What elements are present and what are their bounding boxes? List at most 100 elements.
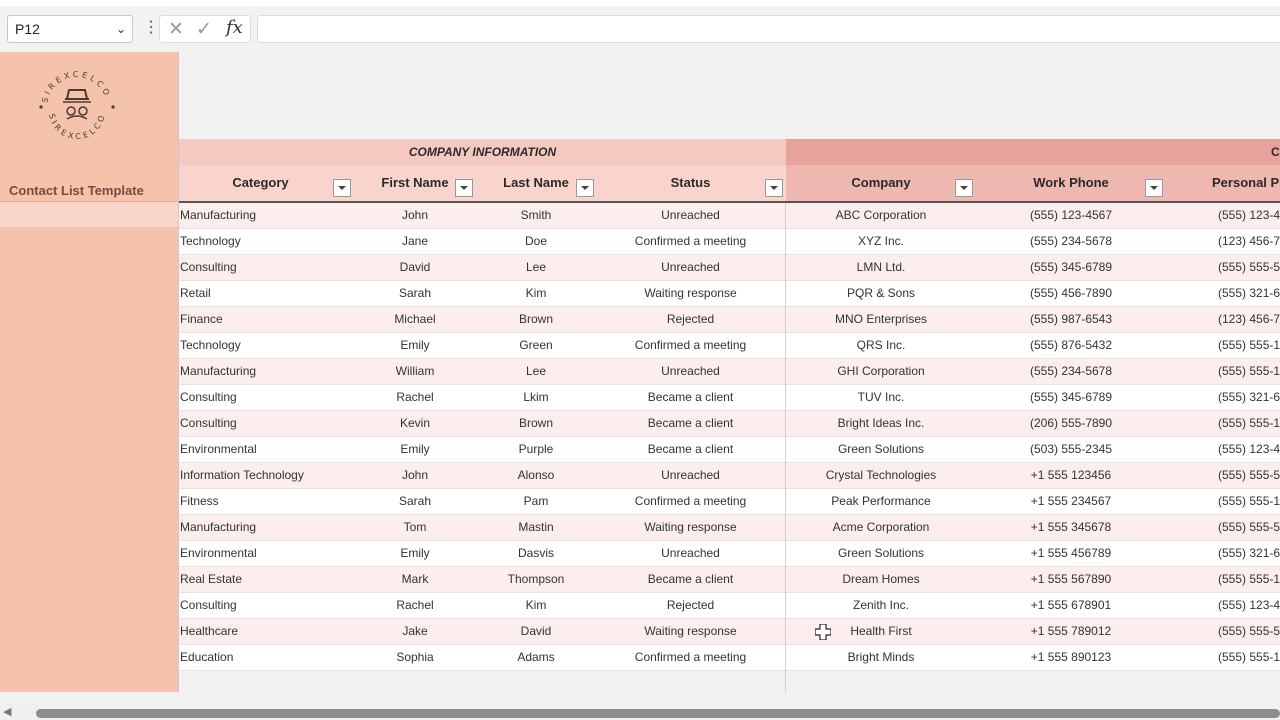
cell-last-name[interactable]: Lkim xyxy=(477,385,595,410)
table-row[interactable]: Finance Michael Brown Rejected MNO Enterpris… xyxy=(179,307,1280,333)
cell-personal-phone[interactable]: (555) 555-1 xyxy=(1218,411,1280,436)
cell-category[interactable]: Healthcare xyxy=(180,619,238,644)
cell-last-name[interactable]: David xyxy=(477,619,595,644)
cell-company[interactable]: Bright Minds xyxy=(786,645,976,670)
scroll-left-icon[interactable]: ◀ xyxy=(3,705,11,718)
table-row[interactable]: Consulting David Lee Unreached LMN Ltd. (555)… xyxy=(179,255,1280,281)
cell-personal-phone[interactable]: (555) 555-5 xyxy=(1218,515,1280,540)
table-row[interactable]: Manufacturing William Lee Unreached GHI Corp… xyxy=(179,359,1280,385)
cell-category[interactable]: Retail xyxy=(180,281,211,306)
cell-first-name[interactable]: Sarah xyxy=(359,281,471,306)
cell-last-name[interactable]: Lee xyxy=(477,359,595,384)
table-row[interactable]: Consulting Rachel Lkim Became a client TUV I… xyxy=(179,385,1280,411)
cell-status[interactable]: Confirmed a meeting xyxy=(595,489,786,514)
cell-first-name[interactable]: Jane xyxy=(359,229,471,254)
table-row[interactable]: Manufacturing John Smith Unreached ABC Corpo… xyxy=(179,203,1280,229)
filter-dropdown-status[interactable] xyxy=(765,179,783,197)
cell-last-name[interactable]: Brown xyxy=(477,411,595,436)
cell-company[interactable]: Dream Homes xyxy=(786,567,976,592)
cell-personal-phone[interactable]: (555) 555-1 xyxy=(1218,489,1280,514)
cell-personal-phone[interactable]: (555) 123-4 xyxy=(1218,593,1280,618)
cell-last-name[interactable]: Kim xyxy=(477,281,595,306)
cell-last-name[interactable]: Lee xyxy=(477,255,595,280)
cell-category[interactable]: Consulting xyxy=(180,411,237,436)
cell-status[interactable]: Confirmed a meeting xyxy=(595,333,786,358)
formula-input[interactable] xyxy=(257,15,1280,43)
cell-category[interactable]: Consulting xyxy=(180,385,237,410)
table-row[interactable]: Environmental Emily Dasvis Unreached Green S… xyxy=(179,541,1280,567)
table-row[interactable]: Consulting Rachel Kim Rejected Zenith Inc. +1… xyxy=(179,593,1280,619)
cell-company[interactable]: GHI Corporation xyxy=(786,359,976,384)
table-row[interactable]: Technology Emily Green Confirmed a meeting Q… xyxy=(179,333,1280,359)
cell-work-phone[interactable]: +1 555 234567 xyxy=(976,489,1166,514)
cell-last-name[interactable]: Green xyxy=(477,333,595,358)
cell-category[interactable]: Finance xyxy=(180,307,223,332)
cell-company[interactable]: Peak Performance xyxy=(786,489,976,514)
filter-dropdown-work-phone[interactable] xyxy=(1145,179,1163,197)
cell-personal-phone[interactable]: (555) 123-4 xyxy=(1218,203,1280,228)
cell-personal-phone[interactable]: (123) 456-7 xyxy=(1218,307,1280,332)
cell-category[interactable]: Education xyxy=(180,645,233,670)
cell-work-phone[interactable]: (555) 345-6789 xyxy=(976,385,1166,410)
cell-personal-phone[interactable]: (555) 321-6 xyxy=(1218,541,1280,566)
cell-company[interactable]: MNO Enterprises xyxy=(786,307,976,332)
cell-first-name[interactable]: Rachel xyxy=(359,593,471,618)
cell-status[interactable]: Confirmed a meeting xyxy=(595,645,786,670)
cell-status[interactable]: Rejected xyxy=(595,307,786,332)
table-row[interactable]: Technology Jane Doe Confirmed a meeting XYZ … xyxy=(179,229,1280,255)
horizontal-scrollbar[interactable]: ◀ xyxy=(0,702,1280,720)
table-row[interactable]: Manufacturing Tom Mastin Waiting response Ac… xyxy=(179,515,1280,541)
cell-status[interactable]: Waiting response xyxy=(595,281,786,306)
cell-first-name[interactable]: John xyxy=(359,203,471,228)
cell-first-name[interactable]: Sophia xyxy=(359,645,471,670)
cell-first-name[interactable]: Mark xyxy=(359,567,471,592)
cell-work-phone[interactable]: (555) 987-6543 xyxy=(976,307,1166,332)
cell-personal-phone[interactable]: (555) 555-5 xyxy=(1218,619,1280,644)
cell-status[interactable]: Confirmed a meeting xyxy=(595,229,786,254)
insert-function-icon[interactable]: fx xyxy=(226,17,243,38)
cell-work-phone[interactable]: +1 555 456789 xyxy=(976,541,1166,566)
cell-company[interactable]: Bright Ideas Inc. xyxy=(786,411,976,436)
cell-status[interactable]: Unreached xyxy=(595,463,786,488)
cell-personal-phone[interactable]: (555) 555-5 xyxy=(1218,463,1280,488)
filter-dropdown-category[interactable] xyxy=(333,179,351,197)
cell-status[interactable]: Unreached xyxy=(595,255,786,280)
more-options-icon[interactable]: ⋮ xyxy=(143,19,159,39)
filter-dropdown-company[interactable] xyxy=(955,179,973,197)
cell-company[interactable]: PQR & Sons xyxy=(786,281,976,306)
cell-first-name[interactable]: William xyxy=(359,359,471,384)
filter-dropdown-last-name[interactable] xyxy=(576,179,594,197)
cell-work-phone[interactable]: +1 555 567890 xyxy=(976,567,1166,592)
cell-category[interactable]: Environmental xyxy=(180,541,257,566)
cell-work-phone[interactable]: +1 555 678901 xyxy=(976,593,1166,618)
table-row[interactable]: Real Estate Mark Thompson Became a client Dr… xyxy=(179,567,1280,593)
cell-status[interactable]: Waiting response xyxy=(595,619,786,644)
cell-category[interactable]: Technology xyxy=(180,333,241,358)
cell-personal-phone[interactable]: (123) 456-7 xyxy=(1218,229,1280,254)
cell-category[interactable]: Manufacturing xyxy=(180,359,256,384)
table-row[interactable]: Education Sophia Adams Confirmed a meeting B… xyxy=(179,645,1280,671)
cell-first-name[interactable]: Emily xyxy=(359,541,471,566)
cell-first-name[interactable]: Emily xyxy=(359,437,471,462)
chevron-down-icon[interactable]: ⌄ xyxy=(116,16,126,42)
cell-category[interactable]: Consulting xyxy=(180,255,237,280)
cell-status[interactable]: Unreached xyxy=(595,359,786,384)
cell-status[interactable]: Waiting response xyxy=(595,515,786,540)
cell-last-name[interactable]: Kim xyxy=(477,593,595,618)
cell-status[interactable]: Unreached xyxy=(595,541,786,566)
cell-personal-phone[interactable]: (555) 555-5 xyxy=(1218,255,1280,280)
cell-category[interactable]: Environmental xyxy=(180,437,257,462)
spreadsheet-grid[interactable]: COMPANY INFORMATION C Category First Nam… xyxy=(179,52,1280,692)
cell-first-name[interactable]: Jake xyxy=(359,619,471,644)
cell-personal-phone[interactable]: (555) 555-1 xyxy=(1218,567,1280,592)
cell-last-name[interactable]: Alonso xyxy=(477,463,595,488)
cell-company[interactable]: Green Solutions xyxy=(786,541,976,566)
scrollbar-thumb[interactable] xyxy=(36,709,1280,718)
cell-category[interactable]: Technology xyxy=(180,229,241,254)
cell-company[interactable]: Acme Corporation xyxy=(786,515,976,540)
cell-personal-phone[interactable]: (555) 321-6 xyxy=(1218,385,1280,410)
check-icon[interactable]: ✓ xyxy=(196,18,212,41)
cell-first-name[interactable]: Rachel xyxy=(359,385,471,410)
name-box[interactable]: P12 ⌄ xyxy=(7,15,133,43)
cell-status[interactable]: Unreached xyxy=(595,203,786,228)
